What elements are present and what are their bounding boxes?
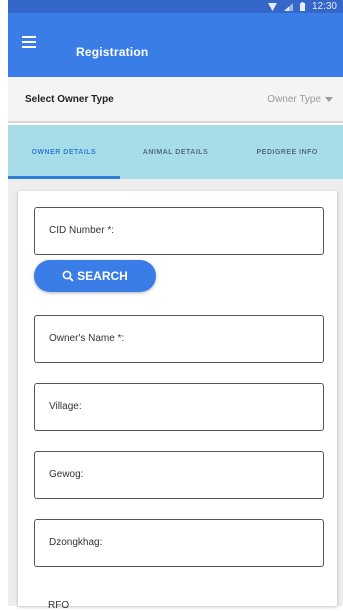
tab-bar: OWNER DETAILS ANIMAL DETAILS PEDIGREE IN… [8,125,343,179]
search-button[interactable]: SEARCH [34,260,156,292]
gewog-label: Gewog: [49,469,84,480]
status-bar: 12:30 [8,0,343,13]
app-bar: Registration [8,13,343,77]
app-title: Registration [76,45,149,59]
left-edge-strip [0,0,8,606]
owner-type-label: Select Owner Type [25,94,114,105]
owner-name-label: Owner's Name *: [49,333,125,344]
cid-number-field[interactable]: CID Number *: [34,207,324,255]
owner-type-row: Select Owner Type Owner Type [8,77,343,123]
tab-pedigree-info[interactable]: PEDIGREE INFO [231,125,343,179]
search-icon [62,270,74,282]
owner-type-placeholder: Owner Type [267,94,321,105]
owner-type-dropdown[interactable]: Owner Type [267,94,333,105]
dropdown-caret-icon [325,97,333,102]
status-time: 12:30 [311,1,337,12]
search-button-label: SEARCH [77,269,128,283]
dzongkhag-label: Dzongkhag: [49,537,103,548]
owner-name-field[interactable]: Owner's Name *: [34,315,324,363]
village-label: Village: [49,401,82,412]
tab-animal-details[interactable]: ANIMAL DETAILS [120,125,232,179]
gewog-field[interactable]: Gewog: [34,451,324,499]
status-icons: 12:30 [267,0,337,13]
tab-owner-details[interactable]: OWNER DETAILS [8,125,120,179]
village-field[interactable]: Village: [34,383,324,431]
hamburger-menu-icon[interactable] [22,34,36,48]
wifi-icon [267,2,277,11]
signal-icon [283,2,293,11]
cid-number-label: CID Number *: [49,225,115,236]
battery-icon [299,2,305,11]
dzongkhag-field[interactable]: Dzongkhag: [34,519,324,567]
